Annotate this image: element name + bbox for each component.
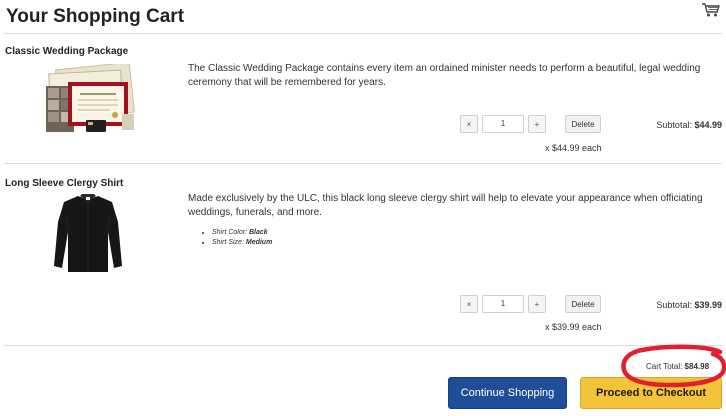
divider	[4, 345, 722, 346]
increase-quantity-button[interactable]: +	[528, 295, 546, 313]
continue-shopping-button[interactable]: Continue Shopping	[448, 377, 567, 409]
option-label: Shirt Color:	[212, 229, 248, 236]
cart-item: Long Sleeve Clergy Shirt Made exclusivel…	[0, 164, 726, 346]
option-value: Black	[248, 229, 268, 236]
item-name[interactable]: Long Sleeve Clergy Shirt	[5, 178, 123, 189]
quantity-input[interactable]: 1	[482, 295, 524, 313]
quantity-stepper: × 1 +	[460, 114, 546, 134]
wedding-package-image[interactable]	[40, 64, 140, 136]
option-shirt-color: Shirt Color: Black	[212, 228, 272, 238]
unit-price: x $39.99 each	[545, 322, 602, 332]
item-subtotal: Subtotal: $39.99	[656, 300, 722, 310]
cart-header: Your Shopping Cart	[0, 0, 726, 34]
decrease-quantity-button[interactable]: ×	[460, 115, 478, 133]
item-description: The Classic Wedding Package contains eve…	[188, 63, 701, 88]
red-circle-annotation	[621, 344, 726, 388]
option-value: Medium	[245, 239, 273, 246]
subtotal-label: Subtotal:	[656, 120, 692, 130]
item-description: Made exclusively by the ULC, this black …	[188, 193, 703, 218]
option-label: Shirt Size:	[212, 239, 244, 246]
quantity-stepper: × 1 +	[460, 294, 546, 314]
delete-button[interactable]: Delete	[565, 115, 601, 133]
decrease-quantity-button[interactable]: ×	[460, 295, 478, 313]
page-title: Your Shopping Cart	[6, 6, 185, 27]
subtotal-label: Subtotal:	[656, 300, 692, 310]
delete-button[interactable]: Delete	[565, 295, 601, 313]
item-options-list: Shirt Color: Black Shirt Size: Medium	[212, 228, 272, 248]
clergy-shirt-image[interactable]	[52, 192, 124, 274]
item-name[interactable]: Classic Wedding Package	[5, 46, 128, 57]
option-shirt-size: Shirt Size: Medium	[212, 238, 272, 248]
shopping-cart-icon[interactable]	[701, 2, 721, 18]
subtotal-value: $39.99	[694, 300, 722, 310]
quantity-input[interactable]: 1	[482, 115, 524, 133]
increase-quantity-button[interactable]: +	[528, 115, 546, 133]
subtotal-value: $44.99	[694, 120, 722, 130]
item-subtotal: Subtotal: $44.99	[656, 120, 722, 130]
unit-price: x $44.99 each	[545, 143, 602, 153]
cart-item: Classic Wedding Package The Classic Wedd…	[0, 34, 726, 164]
